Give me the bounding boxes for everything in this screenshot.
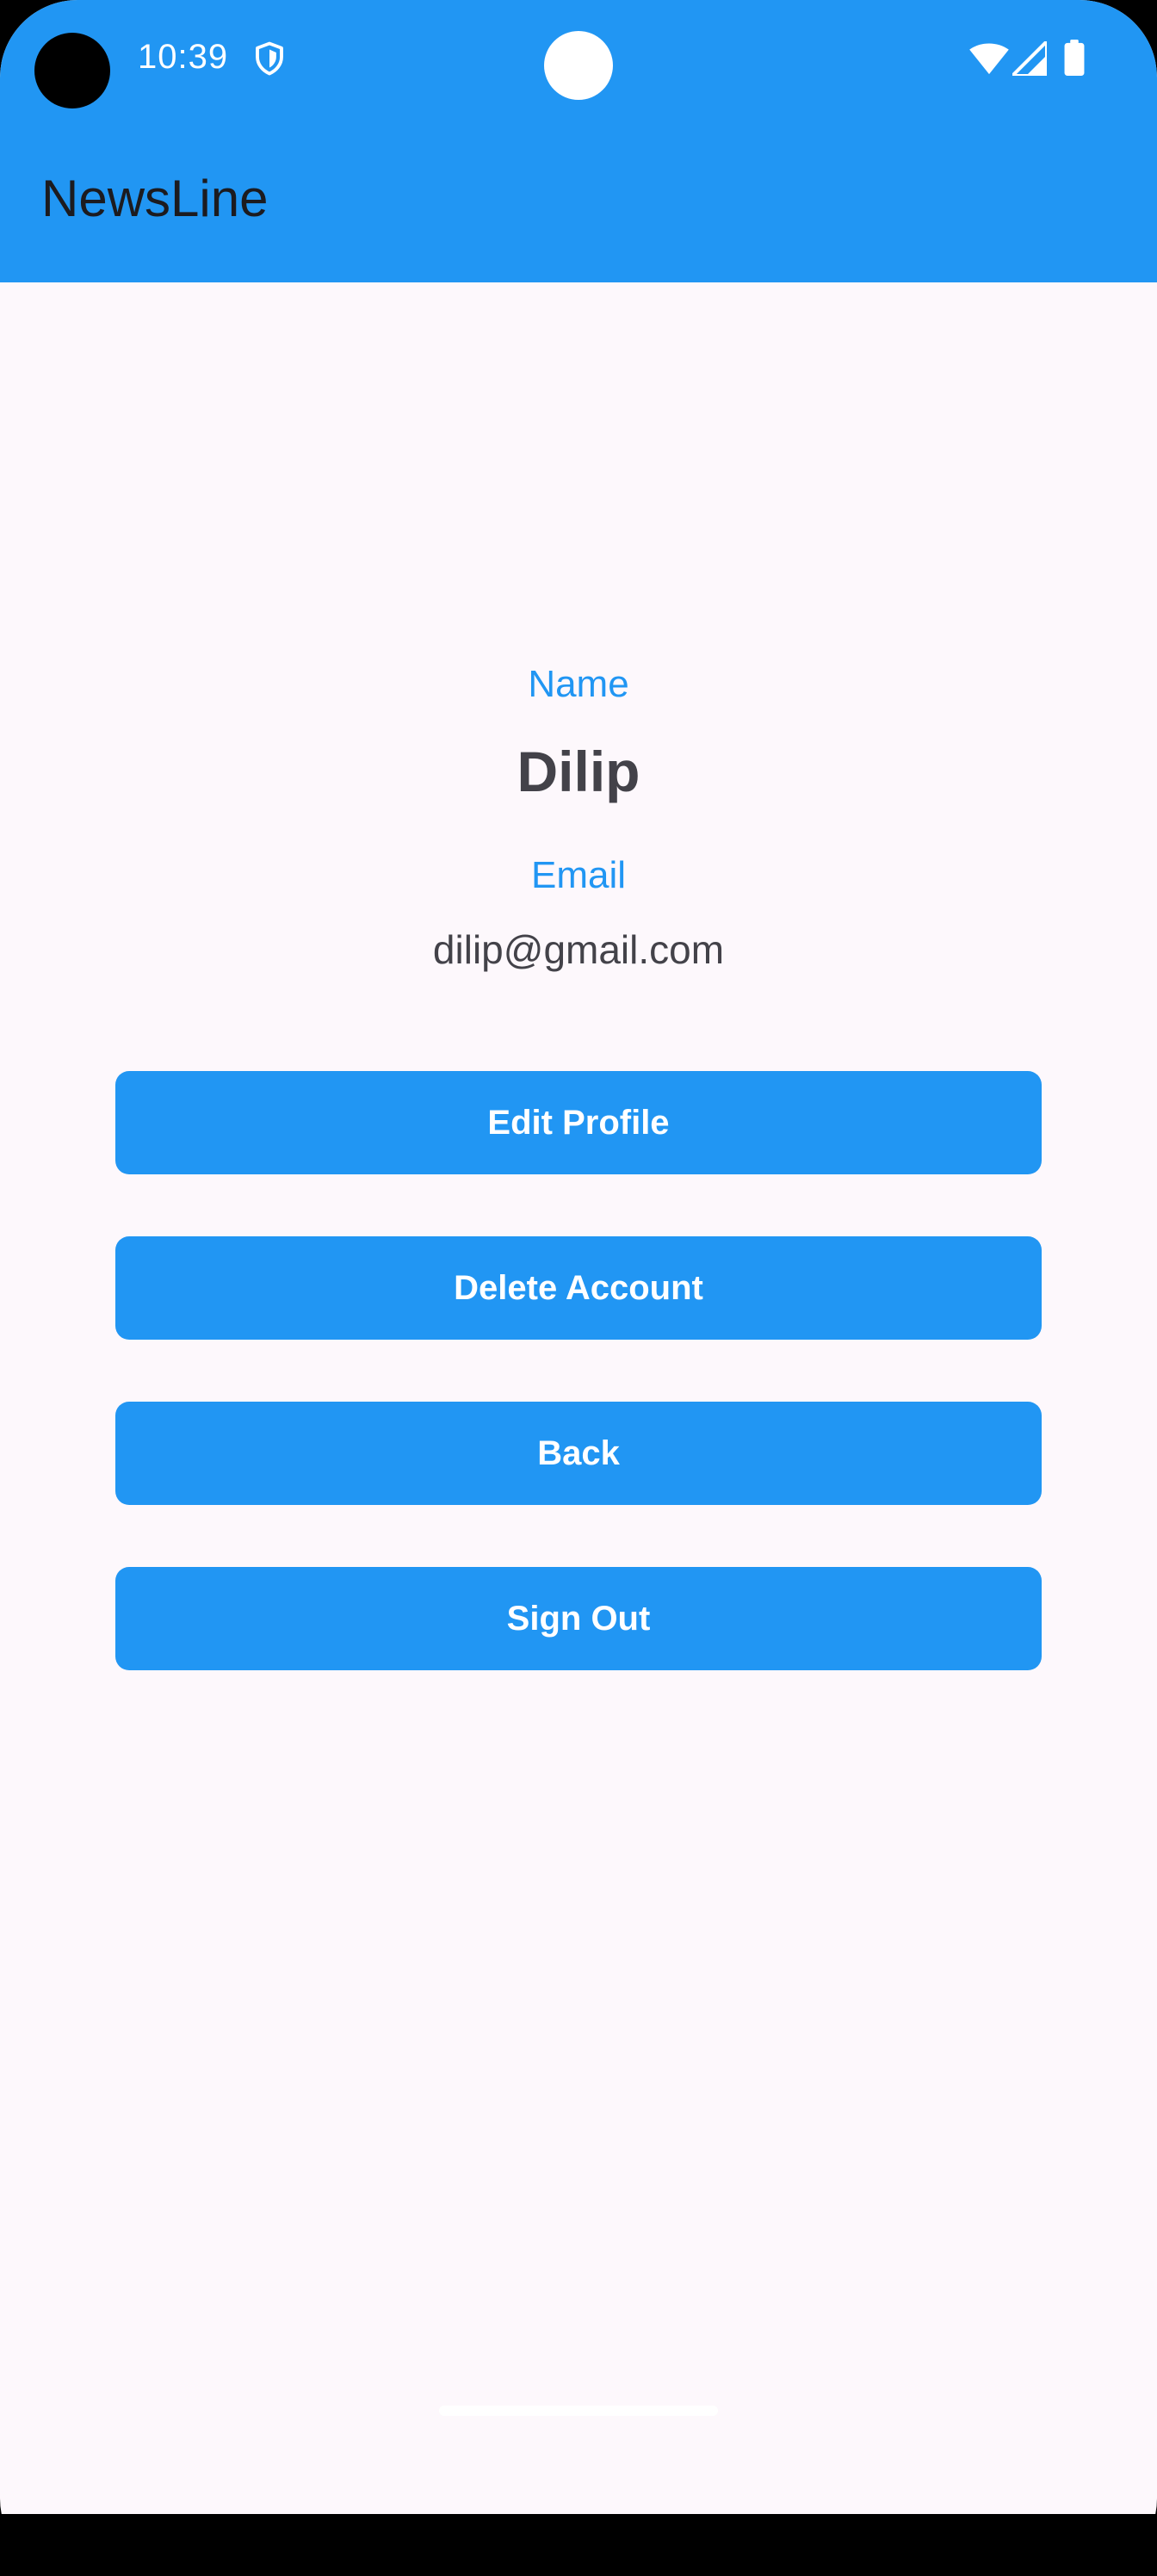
signal-icon bbox=[1012, 41, 1047, 76]
email-label: Email bbox=[530, 854, 627, 896]
delete-account-button[interactable]: Delete Account bbox=[115, 1236, 1042, 1340]
battery-icon bbox=[1064, 40, 1085, 76]
sign-out-button[interactable]: Sign Out bbox=[115, 1567, 1042, 1670]
navigation-bar bbox=[0, 2514, 1157, 2576]
name-value: Dilip bbox=[517, 740, 640, 803]
app-title: NewsLine bbox=[41, 170, 269, 227]
back-button[interactable]: Back bbox=[115, 1402, 1042, 1505]
wifi-icon bbox=[969, 43, 1009, 75]
app-screen: 10:39 NewsLine Name Dilip Email dilip@gm… bbox=[0, 0, 1157, 2576]
status-bar: 10:39 bbox=[0, 0, 1157, 121]
edit-profile-button[interactable]: Edit Profile bbox=[115, 1071, 1042, 1174]
status-time: 10:39 bbox=[138, 38, 229, 76]
shield-icon bbox=[256, 41, 283, 76]
name-label: Name bbox=[528, 663, 629, 705]
home-indicator[interactable] bbox=[439, 2406, 718, 2416]
top-app-bar: 10:39 NewsLine bbox=[0, 0, 1157, 282]
front-camera-indicator bbox=[544, 31, 613, 100]
email-value: dilip@gmail.com bbox=[432, 927, 725, 972]
camera-cutout bbox=[34, 33, 110, 108]
